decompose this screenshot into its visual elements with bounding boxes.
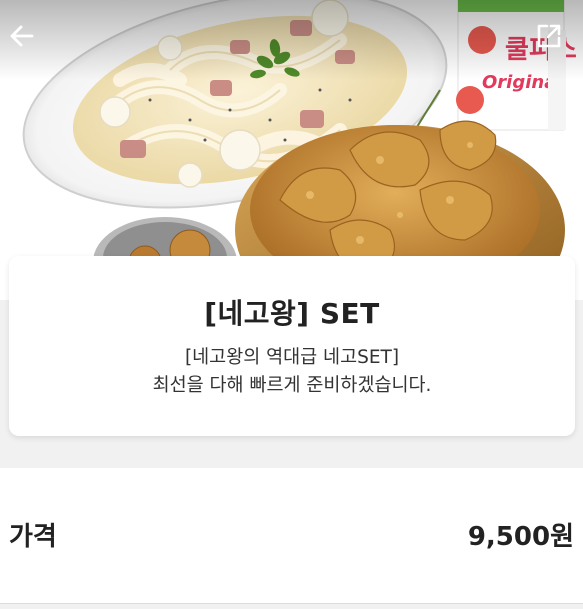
product-description-line: 최선을 다해 빠르게 준비하겠습니다. [152,375,432,396]
product-hero-image: 쿨피스 Original [0,0,583,300]
price-section: 가격 9,500원 [0,468,583,604]
price-label: 가격 [9,522,57,552]
product-description-line: [네고왕의 역대급 네고SET] [184,347,400,368]
product-title: [네고왕] SET [204,297,380,330]
price-value: 9,500원 [467,522,574,552]
top-gradient-overlay [0,0,583,80]
share-button[interactable] [535,22,573,60]
external-link-icon [537,24,561,48]
product-info-card: [네고왕] SET [네고왕의 역대급 네고SET] 최선을 다해 빠르게 준비… [9,256,575,436]
back-button[interactable] [8,22,46,60]
divider [0,603,583,604]
arrow-left-icon [10,25,34,47]
product-description: [네고왕의 역대급 네고SET] 최선을 다해 빠르게 준비하겠습니다. [9,344,575,400]
